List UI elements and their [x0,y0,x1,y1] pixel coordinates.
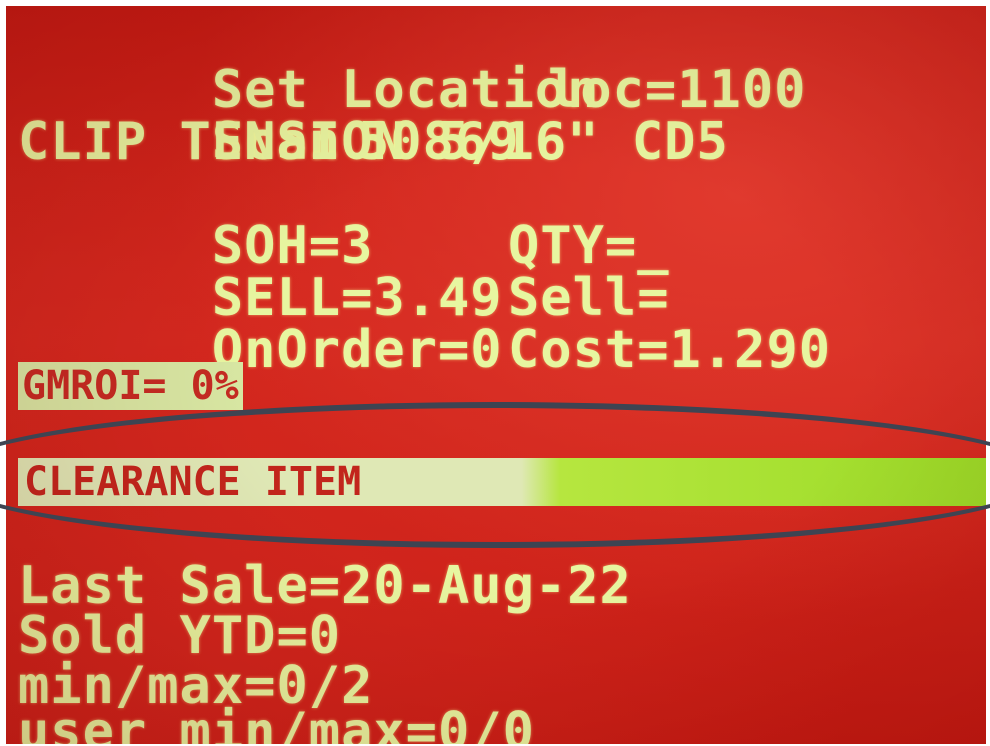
location-value: loc=1100 [548,60,807,120]
photo-frame: Set Location loc=1100 Scan 50869 CLIP TENS… [0,0,990,746]
cost-value: Cost=1.290 [508,320,832,380]
handheld-terminal-screen: Set Location loc=1100 Scan 50869 CLIP TENS… [6,6,986,744]
qty-input[interactable]: QTY=_ [508,220,670,272]
on-order-value: OnOrder=0 [211,320,503,380]
sold-ytd: Sold YTD=0 [18,606,342,666]
last-sale: Last Sale=20-Aug-22 [18,556,632,616]
clearance-item-label: CLEARANCE ITEM [24,459,362,505]
item-description: CLIP TENSION 5/16" CD5 [18,112,729,172]
clearance-item-bar: CLEARANCE ITEM [18,458,986,506]
gmroi-badge: GMROI= 0% [18,362,243,410]
user-min-max: user min/max=0/0 [18,702,535,744]
sell-input[interactable]: Sell= [508,272,670,324]
